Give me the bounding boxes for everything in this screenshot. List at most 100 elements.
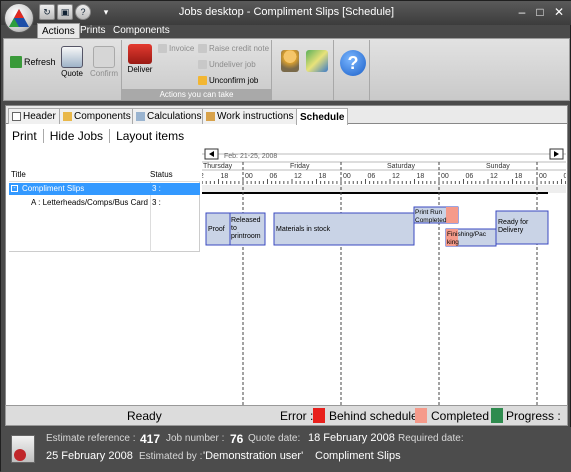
hour-tick-label: 12	[490, 173, 498, 180]
calculations-icon	[136, 112, 145, 121]
gantt-canvas: Feb: 21-25, 2008 Thursday Friday Saturda…	[202, 148, 566, 405]
collapse-icon[interactable]: -	[11, 185, 18, 192]
tab-components-label: Components	[74, 111, 131, 122]
gantt-task-released-to-printroom[interactable]: Released to printroom	[229, 212, 266, 246]
hour-tick-label: 18	[515, 173, 523, 180]
hide-jobs-button[interactable]: Hide Jobs	[44, 129, 109, 143]
tree-col-status: Status	[150, 170, 173, 179]
quote-button[interactable]: Quote	[58, 46, 86, 78]
quote-calculator-icon	[61, 46, 83, 68]
tab-actions[interactable]: Actions	[37, 23, 80, 39]
gantt-chart: Feb: 21-25, 2008 Thursday Friday Saturda…	[202, 148, 566, 405]
credit-note-icon	[198, 44, 207, 53]
refresh-icon	[10, 56, 22, 68]
tab-work-instructions[interactable]: Work instructions	[202, 108, 298, 124]
app-logo-button[interactable]	[4, 3, 34, 33]
confirm-icon	[93, 46, 115, 68]
gantt-task-ready-for-delivery[interactable]: Ready for Delivery	[495, 210, 549, 245]
raise-credit-note-button[interactable]: Raise credit note	[198, 44, 269, 53]
hour-tick-label: 12	[392, 173, 400, 180]
unconfirm-job-button[interactable]: Unconfirm job	[198, 76, 258, 85]
gantt-task-materials-in-stock[interactable]: Materials in stock	[273, 212, 415, 246]
tree-row-title: A : Letterheads/Comps/Bus Card	[31, 198, 148, 207]
job-info-bar: Estimate reference : 417 Job number : 76…	[1, 427, 571, 472]
user-icon	[281, 50, 299, 72]
legend-completed-label: Completed :	[431, 409, 496, 423]
window-title: Jobs desktop - Compliment Slips [Schedul…	[178, 6, 395, 18]
hour-tick-label: 06	[368, 173, 376, 180]
hour-tick-label: 00	[539, 173, 547, 180]
actions-group-label: Actions you can take	[122, 89, 271, 100]
tree-header: Title Status	[9, 169, 200, 182]
gantt-task-print-run-completed[interactable]: Print Run Completed	[413, 206, 459, 224]
maximize-icon[interactable]: □	[531, 4, 549, 20]
tab-calculations[interactable]: Calculations	[132, 108, 206, 124]
ribbon-group-main: Refresh Quote Confirm	[6, 40, 122, 100]
minimize-icon[interactable]: –	[513, 4, 531, 20]
layout-items-button[interactable]: Layout items	[110, 129, 190, 143]
required-date-label: Required date:	[398, 433, 464, 444]
hour-tick-label: 00	[441, 173, 449, 180]
day-label-saturday: Saturday	[387, 163, 416, 170]
hour-tick-label: 00	[245, 173, 253, 180]
estimated-by-value: 'Demonstration user'	[203, 450, 304, 462]
legend-completed-swatch	[491, 408, 503, 423]
invoice-label: Invoice	[169, 44, 195, 53]
tree-row-job[interactable]: - Compliment Slips 3 :	[9, 183, 200, 195]
print-button[interactable]: Print	[6, 129, 43, 143]
triangle-logo-icon	[9, 9, 29, 27]
refresh-button[interactable]: Refresh	[10, 56, 56, 68]
hour-tick-label: 12	[294, 173, 302, 180]
estimate-ref-label: Estimate reference :	[46, 433, 136, 444]
tree-row-component[interactable]: A : Letterheads/Comps/Bus Card 3 :	[9, 197, 200, 209]
invoice-icon	[158, 44, 167, 53]
job-number-value: 76	[230, 432, 244, 446]
gantt-task-proof[interactable]: Proof	[205, 212, 231, 246]
legend-error-swatch	[313, 408, 325, 423]
user-button[interactable]	[280, 50, 300, 73]
confirm-button[interactable]: Confirm	[88, 46, 120, 78]
day-label-sunday: Sunday	[486, 163, 510, 170]
tab-header[interactable]: Header	[8, 108, 60, 124]
tab-components-content[interactable]: Components	[59, 108, 135, 124]
tree-row-title: Compliment Slips	[22, 184, 85, 193]
tab-calculations-label: Calculations	[147, 111, 202, 122]
estimated-by-label: Estimated by :	[139, 451, 203, 462]
help-button[interactable]: ?	[339, 50, 367, 77]
tab-schedule[interactable]: Schedule	[296, 108, 349, 125]
legend-progress-label: Progress :	[506, 409, 561, 423]
hour-tick-label: 06	[466, 173, 474, 180]
tree-row-status: 3 :	[152, 184, 161, 193]
tab-prints[interactable]: Prints	[76, 23, 110, 39]
tree-row-status: 3 :	[152, 198, 161, 207]
title-bar: ↻ ▣ ? ▾ Jobs desktop - Compliment Slips …	[1, 1, 571, 25]
delivery-truck-icon	[128, 44, 152, 64]
svg-text:Materials in stock: Materials in stock	[276, 226, 331, 233]
gantt-date-range: Feb: 21-25, 2008	[224, 153, 277, 160]
deliver-label: Deliver	[127, 65, 153, 74]
close-icon[interactable]: ✕	[550, 4, 568, 20]
day-label-friday: Friday	[290, 163, 310, 170]
tab-components[interactable]: Components	[109, 23, 174, 39]
schedule-tools-button[interactable]	[306, 50, 328, 73]
hour-tick-label: 12	[202, 173, 204, 180]
tab-header-label: Header	[23, 111, 56, 122]
legend-behind-swatch	[415, 408, 427, 423]
gantt-task-finishing-packing[interactable]: Finishing/Pac king	[445, 228, 497, 247]
svg-text:Print RunCompleted: Print Run Completed	[415, 209, 447, 224]
confirm-label: Confirm	[89, 69, 118, 78]
tab-schedule-label: Schedule	[300, 111, 345, 123]
tree-col-title: Title	[11, 170, 26, 179]
ribbon-group-help: ?	[336, 40, 370, 100]
svg-text:Proof: Proof	[208, 226, 225, 233]
hour-tick-label: 06	[564, 173, 567, 180]
main-content: Header Components Calculations Work inst…	[5, 105, 568, 425]
hour-tick-label: 18	[221, 173, 229, 180]
undeliver-job-button[interactable]: Undeliver job	[198, 60, 256, 69]
legend-error-label: Error :	[280, 409, 314, 423]
hour-tick-label: 00	[343, 173, 351, 180]
hour-tick-label: 18	[319, 173, 327, 180]
deliver-button[interactable]: Deliver	[125, 44, 155, 74]
quote-date-value: 18 February 2008	[308, 432, 395, 444]
invoice-button[interactable]: Invoice	[158, 44, 194, 53]
